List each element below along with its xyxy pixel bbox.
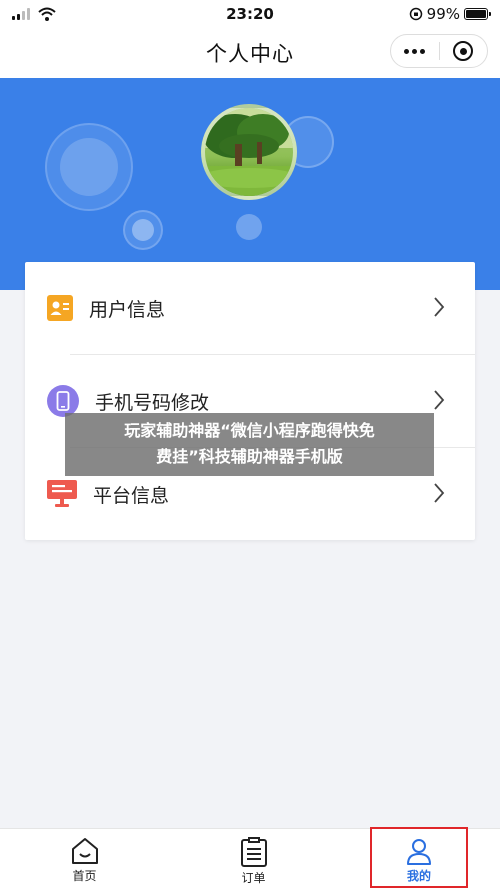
menu-item-label: 手机号码修改 — [95, 391, 210, 414]
chevron-right-icon — [434, 297, 445, 317]
menu-item-label: 用户信息 — [89, 298, 166, 321]
tab-label: 订单 — [241, 871, 266, 885]
tab-orders[interactable]: 订单 — [169, 829, 338, 889]
overlay-line-2: 费挂”科技辅助神器手机版 — [156, 447, 343, 466]
home-icon — [71, 838, 98, 864]
monitor-icon — [47, 480, 77, 507]
mini-program-capsule — [390, 34, 488, 68]
decor-bubble — [60, 138, 118, 196]
status-left — [12, 7, 132, 21]
order-list-icon — [240, 837, 267, 867]
chevron-right-icon — [434, 390, 445, 410]
menu-card: 用户信息 手机号码修改 平台信息 — [25, 262, 475, 540]
battery-icon — [464, 8, 491, 20]
chevron-right-icon — [434, 483, 445, 503]
avatar[interactable] — [201, 104, 297, 200]
tab-label: 我的 — [406, 869, 431, 883]
battery-fill — [466, 10, 486, 18]
more-dots-icon — [404, 48, 426, 54]
rotation-lock-icon — [409, 7, 422, 21]
page-title: 个人中心 — [206, 42, 294, 66]
signal-icon — [12, 8, 30, 20]
wifi-icon — [38, 7, 56, 21]
target-icon — [453, 41, 474, 61]
user-icon — [407, 839, 431, 865]
status-bar: 23:20 99% — [0, 0, 500, 28]
overlay-line-1: 玩家辅助神器“微信小程序跑得快免 — [124, 421, 375, 440]
battery-percent: 99% — [426, 5, 460, 23]
overlay-caption: 玩家辅助神器“微信小程序跑得快免 费挂”科技辅助神器手机版 — [65, 413, 434, 476]
user-info-icon — [47, 295, 73, 321]
menu-item-user-info[interactable]: 用户信息 — [25, 262, 475, 354]
more-button[interactable] — [391, 35, 439, 67]
menu-item-label: 平台信息 — [93, 484, 170, 507]
tab-home[interactable]: 首页 — [0, 829, 169, 889]
tab-mine[interactable]: 我的 — [370, 827, 468, 888]
decor-bubble — [236, 214, 262, 240]
status-time: 23:20 — [226, 5, 274, 23]
avatar-tree-image — [205, 108, 293, 196]
nav-bar: 个人中心 — [0, 28, 500, 78]
tab-label: 首页 — [72, 869, 97, 883]
decor-bubble — [132, 219, 154, 241]
status-right: 99% — [368, 5, 491, 23]
close-button[interactable] — [440, 35, 488, 67]
tab-bar: 首页 订单 我的 — [0, 827, 500, 889]
